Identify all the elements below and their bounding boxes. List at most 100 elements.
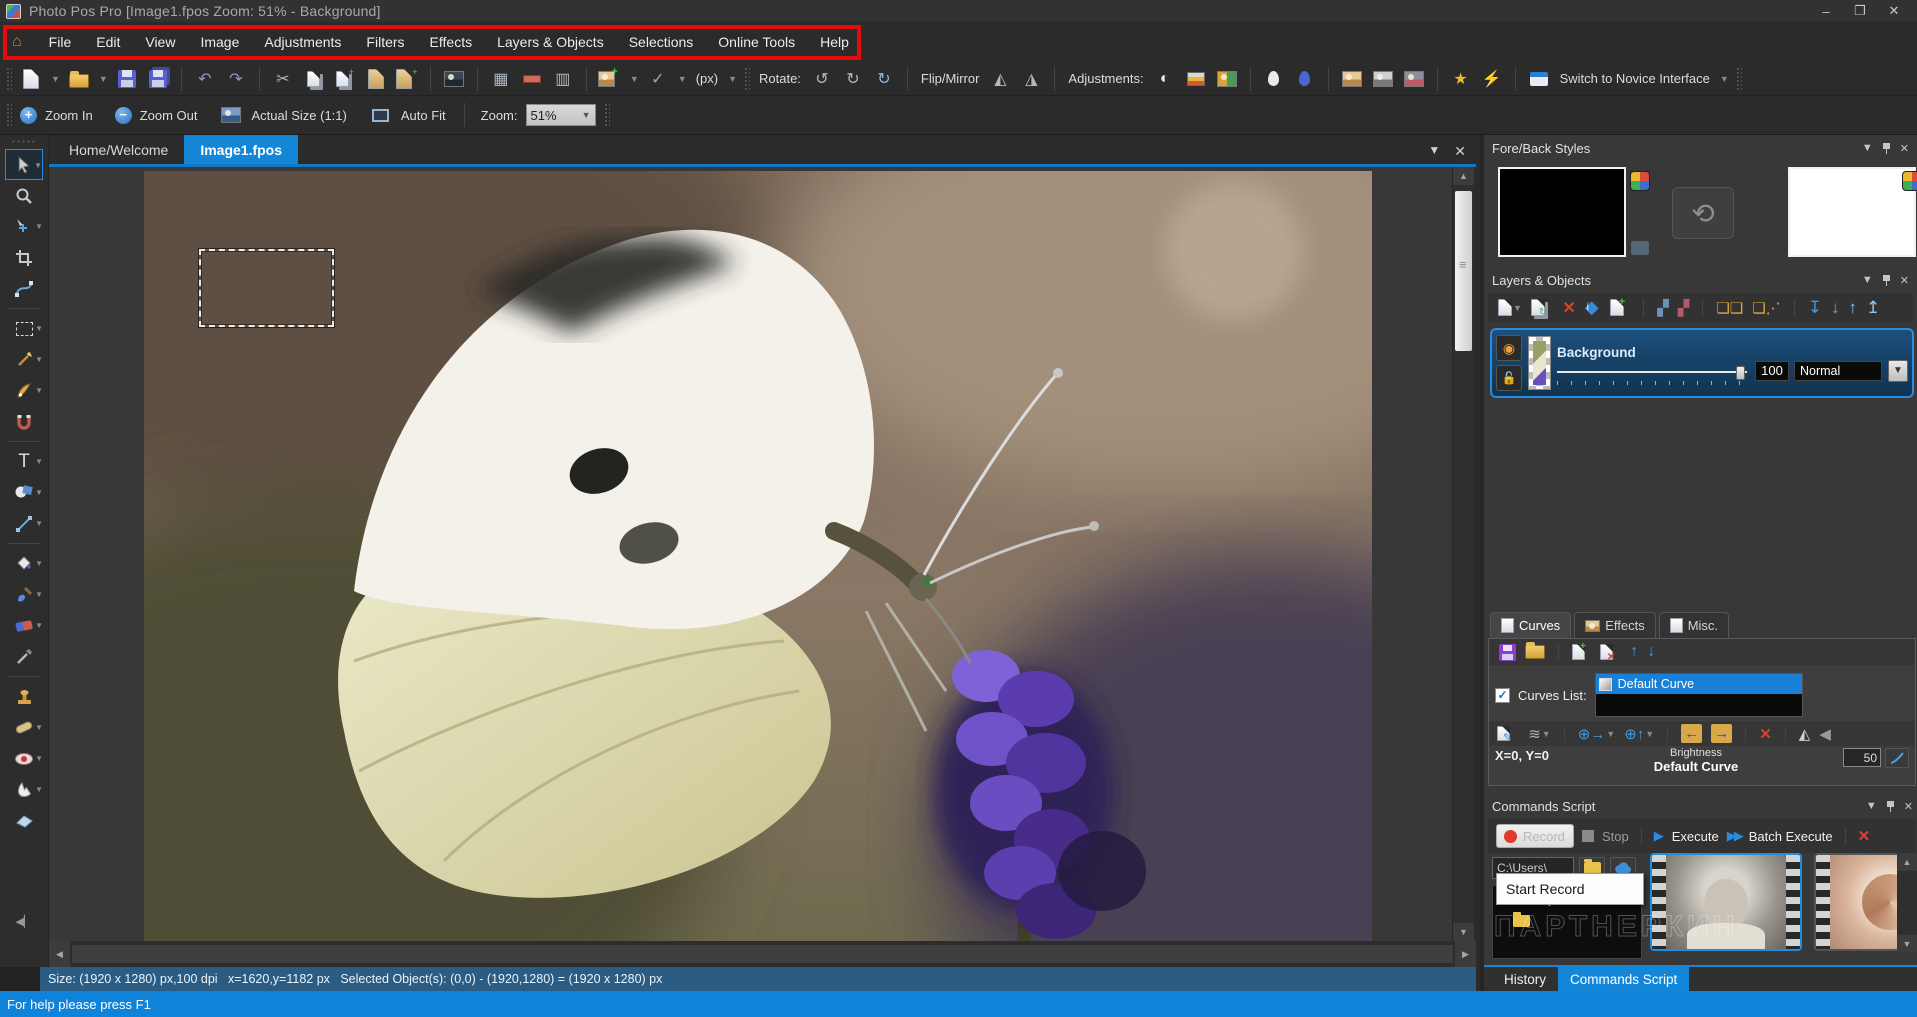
script-dropdown-icon[interactable]: ▼ [1866,800,1877,812]
redo-icon[interactable]: ↷ [224,67,248,91]
tool-zoom[interactable] [5,180,43,211]
layer-lock-icon[interactable]: 🔓 [1496,365,1522,391]
record-button[interactable]: Record [1496,824,1574,848]
tool-shapes[interactable]: ▼ [5,477,43,508]
vector-tool-icon[interactable]: ✓ [646,67,670,91]
flip-horizontal-icon[interactable]: ◭ [988,67,1012,91]
horizontal-scroll-thumb[interactable] [72,945,1453,963]
minimize-button[interactable]: – [1809,1,1843,21]
zoom-in-icon[interactable]: + [20,107,37,124]
curve-presets-icon[interactable]: ≋▼ [1528,725,1551,743]
zoom-out-icon[interactable]: − [115,107,132,124]
quick-actions-icon[interactable]: ⚡ [1480,67,1504,91]
new-layer-icon[interactable]: ▼ [1498,299,1522,316]
color-levels-icon[interactable] [1184,67,1208,91]
horizontal-scrollbar[interactable]: ◀ ▶ [49,941,1476,967]
canvas-viewport[interactable] [49,167,1452,941]
copy-special-icon[interactable]: + [333,67,357,91]
new-file-icon[interactable] [19,67,43,91]
swap-colors-button[interactable]: ⟲ [1672,187,1734,239]
curve-up-icon[interactable]: ↑ [1630,643,1638,661]
auto-fit-icon[interactable] [369,103,393,127]
novice-dropdown[interactable]: ▼ [1720,74,1729,84]
capture-icon[interactable] [442,67,466,91]
layer-name[interactable]: Background [1557,345,1908,360]
bring-forward-icon[interactable]: ↑ [1848,298,1857,318]
curves-list-checkbox[interactable]: ✓ [1495,688,1510,703]
shift-left-icon[interactable]: ← [1681,724,1702,743]
group-objects-icon[interactable]: ❏❏ [1716,299,1743,317]
photo-red-icon[interactable] [1402,67,1426,91]
tool-move[interactable]: ▼ [5,211,43,242]
unit-dropdown[interactable]: ▼ [728,74,737,84]
curve-graph-icon[interactable] [1885,748,1909,768]
apply-right-icon[interactable]: ⊕→▼ [1578,725,1616,743]
layer-blend-mode[interactable]: Normal [1794,361,1882,381]
tool-magic-wand[interactable]: ▼ [5,344,43,375]
tool-red-eye[interactable]: ▼ [5,743,43,774]
tool-brush[interactable]: ▼ [5,579,43,610]
open-file-icon[interactable] [67,67,91,91]
batch-execute-label[interactable]: Batch Execute [1749,829,1833,844]
blend-mode-dropdown-icon[interactable]: ▼ [1888,360,1908,382]
novice-interface-label[interactable]: Switch to Novice Interface [1560,71,1710,86]
layers-dropdown-icon[interactable]: ▼ [1862,274,1873,286]
stop-label[interactable]: Stop [1602,829,1629,844]
rotate-right-icon[interactable]: ↻ [841,67,865,91]
copy-icon[interactable] [302,67,326,91]
layer-visibility-eye-icon[interactable]: ◉ [1496,335,1522,361]
tab-image1[interactable]: Image1.fpos [184,135,298,164]
open-file-dropdown[interactable]: ▼ [99,74,108,84]
vector-tool-dropdown[interactable]: ▼ [678,74,687,84]
tab-misc[interactable]: Misc. [1659,612,1729,638]
new-curve-icon[interactable]: + [1572,644,1591,660]
execute-icon[interactable]: ▶ [1654,828,1664,844]
foreground-color-wheel-icon[interactable] [1630,171,1650,191]
tool-fill-bucket[interactable]: ▼ [5,548,43,579]
forestyles-dropdown-icon[interactable]: ▼ [1862,142,1873,154]
ungroup-objects-icon[interactable]: ❏⋰ [1752,299,1780,317]
sharpen-drop-icon[interactable] [1262,67,1286,91]
photo-adjust-icon[interactable] [1340,67,1364,91]
save-icon[interactable] [115,67,139,91]
script-scrollbar[interactable]: ▲ ▼ [1897,853,1917,953]
tile-view-icon[interactable]: ▥ [551,67,575,91]
tool-magnet[interactable] [5,406,43,437]
curves-list-item-selected[interactable]: Default Curve [1596,674,1802,694]
scroll-down-icon[interactable]: ▼ [1453,923,1474,941]
tab-history[interactable]: History [1492,967,1558,991]
tool-smudge[interactable]: ▼ [5,774,43,805]
forestyles-close-icon[interactable]: ✕ [1900,142,1909,155]
tool-eraser[interactable]: ▼ [5,610,43,641]
tool-healing-patch[interactable]: ▼ [5,712,43,743]
add-image-icon[interactable]: + [598,67,622,91]
shift-right-icon[interactable]: → [1711,724,1732,743]
add-image-dropdown[interactable]: ▼ [630,74,639,84]
script-scroll-up-icon[interactable]: ▲ [1897,853,1917,871]
tab-home-welcome[interactable]: Home/Welcome [53,135,184,164]
zoom-combobox-arrow[interactable]: ▼ [582,110,591,120]
ruler-icon[interactable] [520,67,544,91]
send-to-back-icon[interactable]: ↧ [1808,298,1822,318]
grid-icon[interactable]: ▦ [489,67,513,91]
scroll-right-icon[interactable]: ▶ [1455,941,1476,967]
close-button[interactable]: ✕ [1877,1,1911,21]
undo-icon[interactable]: ↶ [193,67,217,91]
tab-close-icon[interactable]: ✕ [1454,143,1466,160]
stop-icon[interactable] [1582,830,1594,842]
duplicate-layer-icon[interactable]: ↻ [1531,299,1553,316]
selection-marquee[interactable] [199,249,334,327]
blur-drop-icon[interactable] [1293,67,1317,91]
rotate-left-icon[interactable]: ↺ [810,67,834,91]
save-curve-icon[interactable] [1499,644,1516,661]
foreground-style-icon[interactable] [1631,241,1649,255]
tool-line[interactable]: ▼ [5,508,43,539]
forestyles-pin-icon[interactable] [1883,143,1890,154]
layers-pin-icon[interactable] [1883,275,1890,286]
zoom-level-combobox[interactable]: 51% ▼ [526,104,596,126]
execute-label[interactable]: Execute [1672,829,1719,844]
tool-rect-selection[interactable]: ▼ [5,313,43,344]
bring-to-front-icon[interactable]: ↥ [1866,298,1880,318]
background-color-swatch[interactable] [1788,167,1916,257]
tab-curves[interactable]: Curves [1490,612,1571,638]
